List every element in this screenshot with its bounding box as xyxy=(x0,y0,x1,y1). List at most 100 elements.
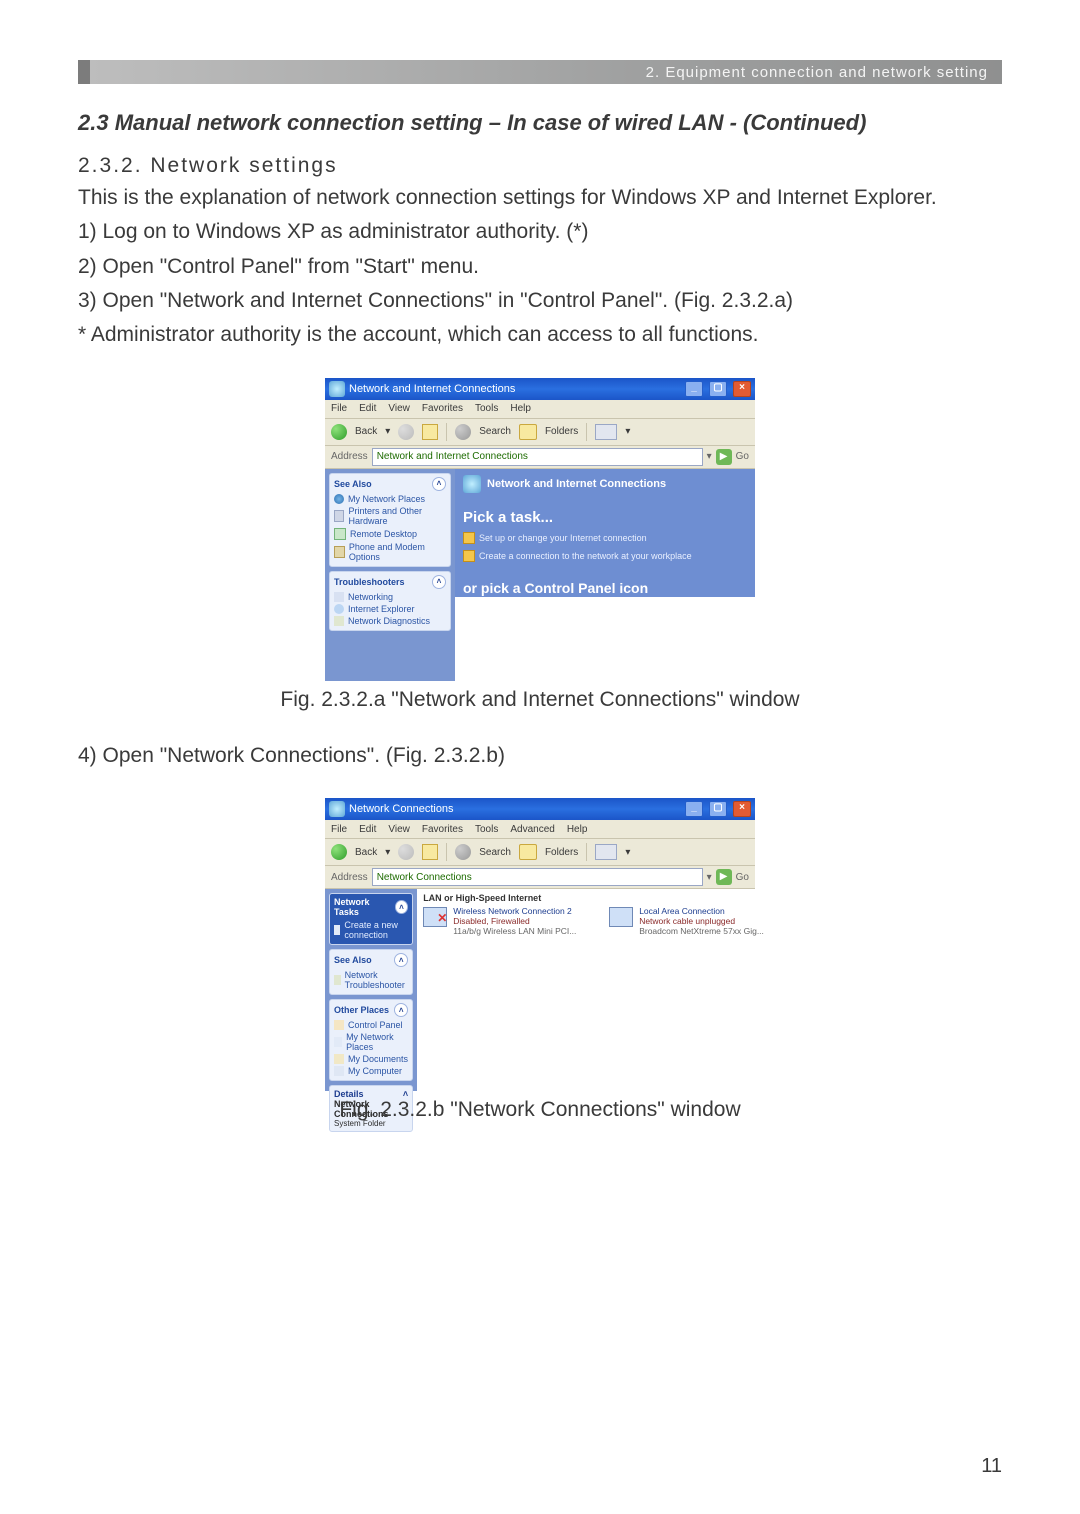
nic-icon xyxy=(609,907,633,927)
ie-icon xyxy=(334,604,344,614)
menu-bar[interactable]: File Edit View Favorites Tools Help xyxy=(325,400,755,419)
menu-view[interactable]: View xyxy=(388,403,410,414)
task-arrow-icon xyxy=(463,532,475,544)
menu-view[interactable]: View xyxy=(388,824,410,835)
address-bar: Address ▾ ▶ Go xyxy=(325,446,755,469)
window-titlebar[interactable]: Network Connections _ ▢ × xyxy=(325,798,755,820)
search-label[interactable]: Search xyxy=(479,847,511,858)
disabled-x-icon: ✕ xyxy=(437,911,447,925)
collapse-icon[interactable]: ˄ xyxy=(432,477,446,491)
see-also-item2[interactable]: Printers and Other Hardware xyxy=(348,506,446,526)
new-connection-icon xyxy=(334,925,340,935)
op-item3[interactable]: My Documents xyxy=(348,1054,408,1064)
fig1-caption: Fig. 2.3.2.a "Network and Internet Conne… xyxy=(78,688,1002,712)
views-icon[interactable] xyxy=(595,844,617,860)
page-number: 11 xyxy=(981,1455,1002,1478)
address-input[interactable] xyxy=(372,448,703,466)
up-icon[interactable] xyxy=(422,424,438,440)
forward-icon[interactable] xyxy=(398,424,414,440)
see-also-item4[interactable]: Phone and Modem Options xyxy=(349,542,446,562)
my-computer-icon xyxy=(334,1066,344,1076)
collapse-icon[interactable]: ˄ xyxy=(394,953,408,967)
pick-a-task-heading: Pick a task... xyxy=(463,509,747,526)
menu-file[interactable]: File xyxy=(331,824,347,835)
search-icon[interactable] xyxy=(455,844,471,860)
ts-item1[interactable]: Networking xyxy=(348,592,393,602)
collapse-icon[interactable]: ˄ xyxy=(432,575,446,589)
nt-item1[interactable]: Create a new connection xyxy=(344,920,408,940)
ts-item3[interactable]: Network Diagnostics xyxy=(348,616,430,626)
address-label: Address xyxy=(331,451,368,462)
task-arrow-icon xyxy=(463,550,475,562)
step4-text: 4) Open "Network Connections". (Fig. 2.3… xyxy=(78,742,1002,770)
go-button[interactable]: ▶ xyxy=(716,869,732,885)
see-also-block: See Also˄ My Network Places Printers and… xyxy=(329,473,451,567)
connection-lan[interactable]: Local Area Connection Network cable unpl… xyxy=(609,907,779,936)
menu-tools[interactable]: Tools xyxy=(475,403,498,414)
folders-label[interactable]: Folders xyxy=(545,847,578,858)
menu-help[interactable]: Help xyxy=(567,824,588,835)
menu-edit[interactable]: Edit xyxy=(359,824,376,835)
window-title: Network and Internet Connections xyxy=(349,383,515,395)
category-icon xyxy=(463,475,481,493)
go-button[interactable]: ▶ xyxy=(716,449,732,465)
main-panel: Network and Internet Connections Pick a … xyxy=(455,469,755,681)
task1[interactable]: Set up or change your Internet connectio… xyxy=(463,532,747,544)
maximize-button[interactable]: ▢ xyxy=(709,381,727,397)
menu-file[interactable]: File xyxy=(331,403,347,414)
minimize-button[interactable]: _ xyxy=(685,801,703,817)
screenshot-network-internet-connections: Network and Internet Connections _ ▢ × F… xyxy=(325,378,755,678)
op-item2[interactable]: My Network Places xyxy=(346,1032,408,1052)
step1-text: 1) Log on to Windows XP as administrator… xyxy=(78,218,1002,246)
screenshot-network-connections: Network Connections _ ▢ × File Edit View… xyxy=(325,798,755,1088)
search-label[interactable]: Search xyxy=(479,426,511,437)
menu-help[interactable]: Help xyxy=(510,403,531,414)
menu-tools[interactable]: Tools xyxy=(475,824,498,835)
back-label[interactable]: Back xyxy=(355,847,377,858)
op-item1[interactable]: Control Panel xyxy=(348,1020,403,1030)
views-icon[interactable] xyxy=(595,424,617,440)
menu-favorites[interactable]: Favorites xyxy=(422,403,463,414)
menu-bar[interactable]: File Edit View Favorites Tools Advanced … xyxy=(325,820,755,839)
maximize-button[interactable]: ▢ xyxy=(709,801,727,817)
sa-item1[interactable]: Network Troubleshooter xyxy=(345,970,409,990)
go-label[interactable]: Go xyxy=(736,451,749,462)
ts-item2[interactable]: Internet Explorer xyxy=(348,604,415,614)
minimize-button[interactable]: _ xyxy=(685,381,703,397)
window-titlebar[interactable]: Network and Internet Connections _ ▢ × xyxy=(325,378,755,400)
printer-icon xyxy=(334,510,344,522)
network-places-icon xyxy=(334,1037,342,1047)
collapse-icon[interactable]: ˄ xyxy=(394,1003,408,1017)
diagnostics-icon xyxy=(334,616,344,626)
search-icon[interactable] xyxy=(455,424,471,440)
task2[interactable]: Create a connection to the network at yo… xyxy=(463,550,747,562)
op-item4[interactable]: My Computer xyxy=(348,1066,402,1076)
folders-label[interactable]: Folders xyxy=(545,426,578,437)
connection-wireless[interactable]: ✕ Wireless Network Connection 2 Disabled… xyxy=(423,907,593,936)
go-label[interactable]: Go xyxy=(736,872,749,883)
network-places-icon xyxy=(334,494,344,504)
back-icon[interactable] xyxy=(331,424,347,440)
see-also-item1[interactable]: My Network Places xyxy=(348,494,425,504)
back-icon[interactable] xyxy=(331,844,347,860)
window-icon xyxy=(329,381,345,397)
connections-list: LAN or High-Speed Internet ✕ Wireless Ne… xyxy=(417,889,785,1091)
forward-icon[interactable] xyxy=(398,844,414,860)
address-input[interactable] xyxy=(372,868,703,886)
menu-favorites[interactable]: Favorites xyxy=(422,824,463,835)
close-button[interactable]: × xyxy=(733,801,751,817)
folders-icon[interactable] xyxy=(519,424,537,440)
networking-icon xyxy=(334,592,344,602)
back-label[interactable]: Back xyxy=(355,426,377,437)
menu-advanced[interactable]: Advanced xyxy=(510,824,554,835)
see-also-block: See Also˄ Network Troubleshooter xyxy=(329,949,413,995)
close-button[interactable]: × xyxy=(733,381,751,397)
see-also-item3[interactable]: Remote Desktop xyxy=(350,529,417,539)
note-text: * Administrator authority is the account… xyxy=(78,321,1002,349)
collapse-icon[interactable]: ˄ xyxy=(395,900,409,914)
up-icon[interactable] xyxy=(422,844,438,860)
folders-icon[interactable] xyxy=(519,844,537,860)
section-title: 2.3 Manual network connection setting – … xyxy=(78,110,1002,136)
menu-edit[interactable]: Edit xyxy=(359,403,376,414)
task-pane: See Also˄ My Network Places Printers and… xyxy=(325,469,455,681)
